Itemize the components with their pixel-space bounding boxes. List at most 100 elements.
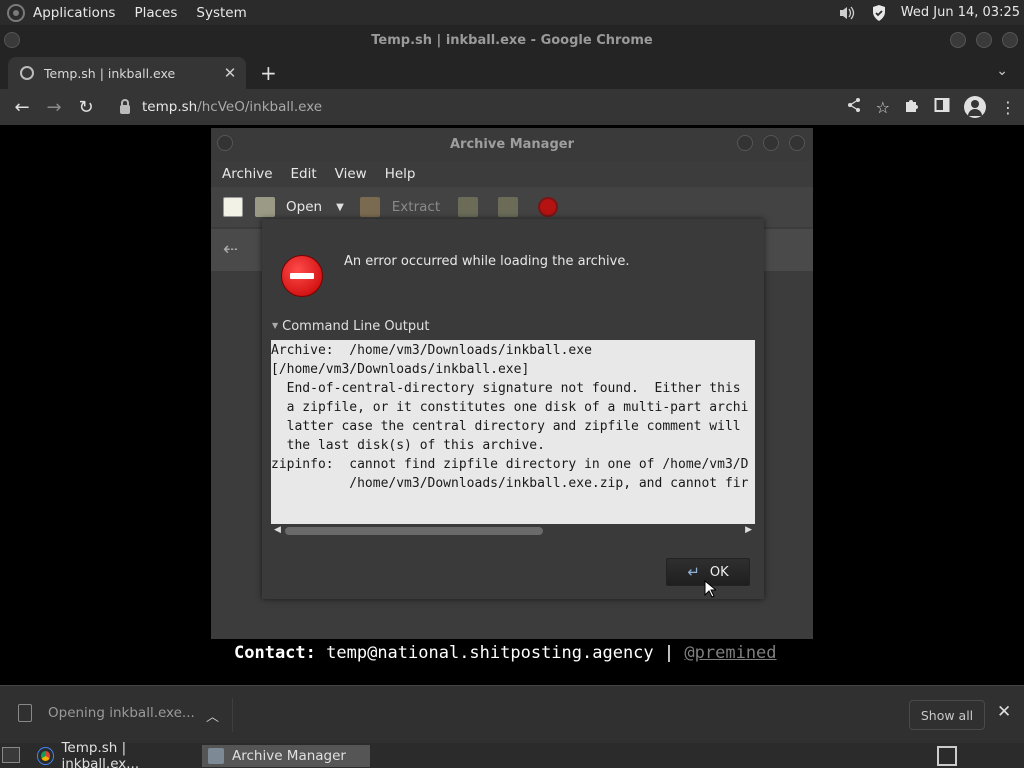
contact-email: temp@national.shitposting.agency <box>326 643 654 663</box>
menu-help[interactable]: Help <box>385 166 416 182</box>
close-shelf-icon[interactable]: ✕ <box>997 702 1011 722</box>
browser-toolbar: ← → ↻ temp.sh/hcVeO/inkball.exe ☆ ⋮ <box>0 89 1024 125</box>
command-line-output-expander[interactable]: ▼ Command Line Output <box>272 319 430 334</box>
lock-icon[interactable] <box>120 98 130 114</box>
expander-arrow-icon: ▼ <box>272 321 279 330</box>
download-item[interactable]: Opening inkball.exe... <box>18 704 195 722</box>
command-output-textview[interactable]: Archive: /home/vm3/Downloads/inkball.exe… <box>271 340 755 524</box>
tab-strip: Temp.sh | inkball.exe ✕ + ⌄ <box>0 55 1024 89</box>
add-folder-icon[interactable] <box>498 197 519 217</box>
scroll-left-arrow-icon[interactable]: ◀ <box>274 525 281 535</box>
open-folder-icon[interactable] <box>255 197 275 217</box>
return-arrow-icon: ↵ <box>687 563 700 581</box>
browser-titlebar: Temp.sh | inkball.exe - Google Chrome <box>0 25 1024 55</box>
output-line: [/home/vm3/Downloads/inkball.exe] <box>271 362 530 377</box>
back-button[interactable]: ← <box>6 97 38 118</box>
task-archive-manager[interactable]: Archive Manager <box>202 745 370 767</box>
contact-separator: | <box>663 643 675 663</box>
extract-icon[interactable] <box>359 197 380 217</box>
archive-manager-titlebar: Archive Manager <box>211 128 813 161</box>
stop-icon[interactable] <box>538 197 559 217</box>
bottom-taskbar: Temp.sh | inkball.ex... Archive Manager <box>0 740 1024 768</box>
new-tab-button[interactable]: + <box>260 61 277 85</box>
profile-avatar-icon[interactable] <box>964 96 986 118</box>
toolbar-actions: ☆ ⋮ <box>846 89 1016 125</box>
chrome-icon <box>36 747 55 765</box>
task-chrome[interactable]: Temp.sh | inkball.ex... <box>32 740 200 768</box>
bookmark-star-icon[interactable]: ☆ <box>876 98 890 117</box>
shield-icon[interactable] <box>869 4 889 22</box>
contact-line: Contact: temp@national.shitposting.agenc… <box>234 643 777 663</box>
close-window-button[interactable] <box>1002 32 1018 48</box>
show-desktop-icon[interactable] <box>2 747 20 763</box>
open-dropdown-chevron-icon[interactable]: ▼ <box>336 202 344 213</box>
expander-label: Command Line Output <box>282 319 430 334</box>
output-line: the last disk(s) of this archive. <box>271 438 545 453</box>
panel-tray: Wed Jun 14, 03:25 <box>837 0 1020 25</box>
top-panel: Applications Places System Wed Jun 14, 0… <box>0 0 1024 25</box>
back-arrow-icon[interactable]: ⇠ <box>223 239 238 260</box>
scroll-right-arrow-icon[interactable]: ▶ <box>745 525 752 535</box>
places-menu[interactable]: Places <box>134 5 177 21</box>
error-dialog: An error occurred while loading the arch… <box>262 219 764 599</box>
output-line: zipinfo: cannot find zipfile directory i… <box>271 457 749 472</box>
error-message: An error occurred while loading the arch… <box>344 254 630 269</box>
menu-kebab-icon[interactable]: ⋮ <box>1000 98 1016 117</box>
url-host: temp.sh <box>142 99 198 115</box>
workspace-switcher-icon[interactable] <box>937 746 957 766</box>
address-bar[interactable]: temp.sh/hcVeO/inkball.exe <box>108 93 888 121</box>
applications-menu[interactable]: Applications <box>33 5 115 21</box>
new-archive-icon[interactable] <box>223 197 243 217</box>
am-maximize-button[interactable] <box>763 135 779 151</box>
scrollbar-thumb[interactable] <box>285 527 543 535</box>
am-window-menu-button[interactable] <box>217 135 233 151</box>
side-panel-icon[interactable] <box>934 97 950 117</box>
url-path: /hcVeO/inkball.exe <box>197 99 323 115</box>
output-text: Archive: /home/vm3/Downloads/inkball.exe… <box>271 340 755 493</box>
task-chrome-label: Temp.sh | inkball.ex... <box>61 740 140 768</box>
maximize-button[interactable] <box>976 32 992 48</box>
show-all-button[interactable]: Show all <box>909 700 985 730</box>
contact-handle-link[interactable]: @premined <box>684 643 776 663</box>
tab-temp-sh[interactable]: Temp.sh | inkball.exe ✕ <box>8 57 246 89</box>
extensions-puzzle-icon[interactable] <box>904 97 920 117</box>
download-options-chevron-icon[interactable]: ︿ <box>206 706 219 725</box>
ok-button-label: OK <box>709 564 729 580</box>
add-files-icon[interactable] <box>458 197 479 217</box>
horizontal-scrollbar[interactable]: ◀ ▶ <box>271 524 755 538</box>
share-icon[interactable] <box>846 97 862 117</box>
output-line: /home/vm3/Downloads/inkball.exe.zip, and… <box>271 476 749 491</box>
distro-logo-icon[interactable] <box>7 3 25 22</box>
open-button-label[interactable]: Open <box>286 199 322 215</box>
download-shelf: Opening inkball.exe... ︿ Show all ✕ <box>0 685 1024 743</box>
extract-button-label[interactable]: Extract <box>392 199 440 215</box>
volume-icon[interactable] <box>837 4 857 22</box>
am-minimize-button[interactable] <box>737 135 753 151</box>
globe-icon <box>20 66 34 80</box>
error-icon <box>281 255 323 297</box>
task-archive-manager-label: Archive Manager <box>232 748 346 764</box>
window-menu-button[interactable] <box>4 32 20 48</box>
menu-view[interactable]: View <box>335 166 367 182</box>
minimize-button[interactable] <box>950 32 966 48</box>
archive-manager-icon <box>208 748 224 764</box>
forward-button[interactable]: → <box>38 97 70 118</box>
file-icon <box>18 704 32 722</box>
shelf-divider <box>232 698 233 732</box>
tab-close-icon[interactable]: ✕ <box>218 64 242 82</box>
tab-search-chevron-icon[interactable]: ⌄ <box>996 63 1008 79</box>
panel-menu: Applications Places System <box>33 5 247 21</box>
system-menu[interactable]: System <box>196 5 246 21</box>
tab-title: Temp.sh | inkball.exe <box>44 65 176 81</box>
output-line: Archive: /home/vm3/Downloads/inkball.exe <box>271 343 592 358</box>
contact-label: Contact: <box>234 643 316 663</box>
mouse-pointer-icon <box>704 580 716 598</box>
output-line: latter case the central directory and zi… <box>271 419 741 434</box>
clock[interactable]: Wed Jun 14, 03:25 <box>901 5 1020 20</box>
browser-window-title: Temp.sh | inkball.exe - Google Chrome <box>371 32 653 48</box>
reload-button[interactable]: ↻ <box>70 97 102 118</box>
am-close-button[interactable] <box>789 135 805 151</box>
archive-manager-menubar: Archive Edit View Help <box>211 161 813 187</box>
menu-archive[interactable]: Archive <box>222 166 273 182</box>
menu-edit[interactable]: Edit <box>291 166 317 182</box>
